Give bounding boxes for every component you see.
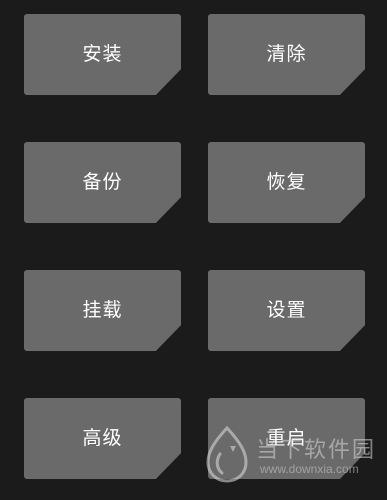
wipe-button[interactable]: 清除 [208, 14, 365, 95]
wipe-label: 清除 [266, 43, 307, 65]
mount-button[interactable]: 挂载 [24, 270, 181, 351]
twrp-main-menu: 安装 清除 备份 恢复 挂载 设置 高级 重启 当下软件园 www.downxi… [0, 0, 387, 500]
backup-button[interactable]: 备份 [24, 142, 181, 223]
restore-button[interactable]: 恢复 [208, 142, 365, 223]
reboot-label: 重启 [266, 427, 307, 449]
mount-label: 挂载 [82, 299, 123, 321]
install-label: 安装 [82, 43, 123, 65]
advanced-label: 高级 [82, 427, 123, 449]
settings-button[interactable]: 设置 [208, 270, 365, 351]
backup-label: 备份 [82, 171, 123, 193]
reboot-button[interactable]: 重启 [208, 398, 365, 479]
install-button[interactable]: 安装 [24, 14, 181, 95]
restore-label: 恢复 [266, 171, 307, 193]
settings-label: 设置 [266, 299, 307, 321]
advanced-button[interactable]: 高级 [24, 398, 181, 479]
